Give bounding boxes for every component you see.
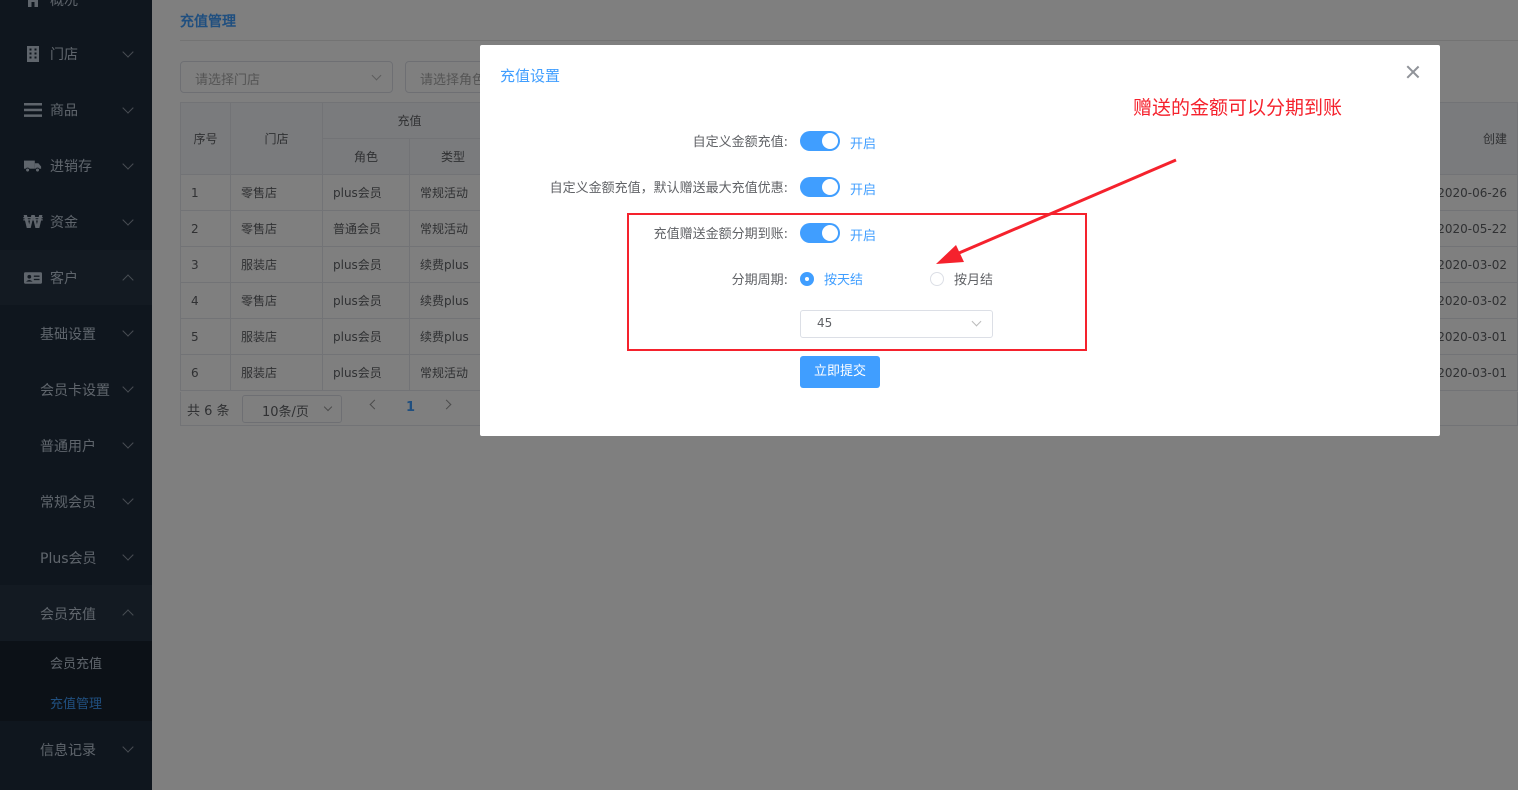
annotation-arrow-icon — [936, 158, 1177, 264]
